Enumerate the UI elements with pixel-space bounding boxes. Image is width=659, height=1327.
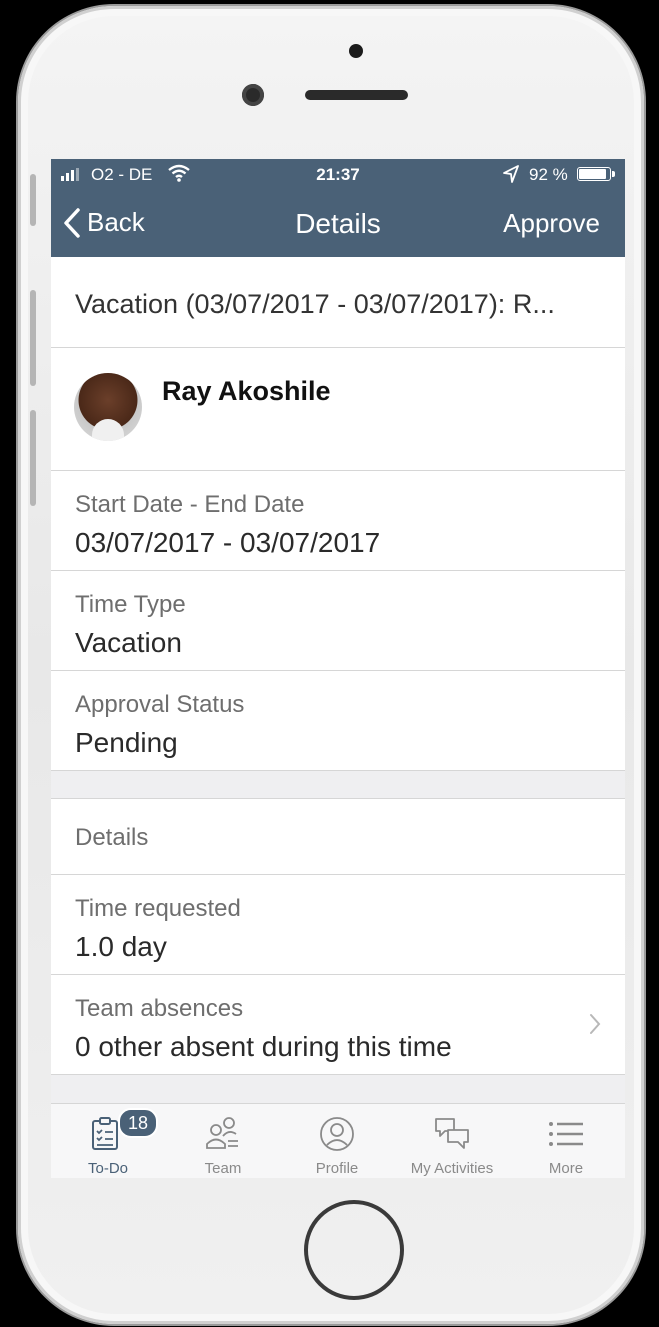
battery-icon — [577, 167, 611, 181]
volume-down-button — [30, 410, 36, 506]
tab-label: My Activities — [410, 1160, 494, 1177]
field-label: Time requested — [75, 895, 241, 922]
profile-icon — [320, 1117, 354, 1151]
field-value: Vacation — [75, 627, 182, 658]
tab-label: Team — [204, 1160, 242, 1177]
chevron-right-icon — [590, 1014, 601, 1034]
home-button[interactable] — [304, 1200, 404, 1300]
approve-button[interactable]: Approve — [503, 208, 600, 239]
requester-row[interactable]: Ray Akoshile — [51, 348, 625, 471]
volume-up-button — [30, 290, 36, 386]
tab-more[interactable]: More — [509, 1104, 623, 1178]
request-headline: Vacation (03/07/2017 - 03/07/2017): R... — [51, 257, 625, 348]
battery-tip — [612, 171, 615, 177]
field-time-type: Time Type Vacation — [51, 571, 625, 671]
details-content: Vacation (03/07/2017 - 03/07/2017): R...… — [51, 257, 625, 1075]
field-label: Team absences — [75, 995, 244, 1022]
section-divider — [51, 771, 625, 799]
field-value: Pending — [75, 727, 178, 758]
field-value: 1.0 day — [75, 931, 167, 962]
location-arrow-icon — [503, 165, 519, 188]
chat-bubbles-icon — [435, 1118, 469, 1149]
tab-label: Profile — [315, 1160, 359, 1177]
field-value: 0 other absent during this time — [75, 1031, 452, 1062]
field-time-requested: Time requested 1.0 day — [51, 875, 625, 975]
earpiece-speaker — [305, 90, 408, 100]
avatar — [74, 373, 142, 441]
field-label: Time Type — [75, 591, 186, 618]
requester-name: Ray Akoshile — [162, 376, 331, 406]
field-value: 03/07/2017 - 03/07/2017 — [75, 527, 381, 558]
tab-label: To-Do — [87, 1160, 128, 1177]
tab-label: More — [548, 1160, 584, 1177]
status-bar: O2 - DE 21:37 92 % — [51, 159, 625, 189]
battery-percent: 92 % — [529, 165, 568, 184]
field-label: Approval Status — [75, 691, 245, 718]
front-camera — [242, 84, 264, 106]
mute-switch — [30, 174, 36, 226]
tab-team[interactable]: Team — [166, 1104, 280, 1178]
app-screen: O2 - DE 21:37 92 % Back Details Approve … — [51, 159, 625, 1178]
proximity-sensor — [349, 44, 363, 58]
field-start-end-date: Start Date - End Date 03/07/2017 - 03/07… — [51, 471, 625, 571]
team-absences-row[interactable]: Team absences 0 other absent during this… — [51, 975, 625, 1075]
tab-bar: 18 To-Do Team Profile My Activities More — [51, 1103, 625, 1178]
tab-my-activities[interactable]: My Activities — [395, 1104, 509, 1178]
todo-count-badge: 18 — [118, 1108, 158, 1138]
tab-to-do[interactable]: 18 To-Do — [51, 1104, 165, 1178]
field-label: Start Date - End Date — [75, 491, 305, 518]
list-menu-icon — [549, 1122, 583, 1146]
team-icon — [206, 1117, 238, 1149]
field-approval-status: Approval Status Pending — [51, 671, 625, 771]
details-section-title: Details — [51, 799, 625, 875]
tab-profile[interactable]: Profile — [280, 1104, 394, 1178]
nav-bar: Back Details Approve — [51, 189, 625, 257]
